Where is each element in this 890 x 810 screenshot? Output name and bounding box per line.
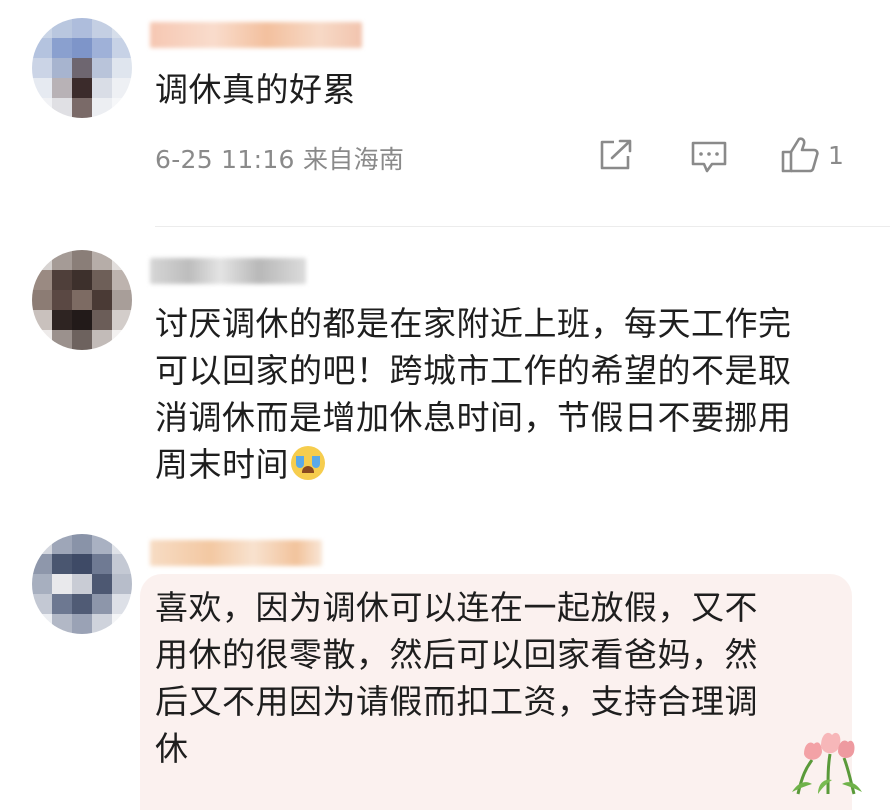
comment-text: 讨厌调休的都是在家附近上班，每天工作完 可以回家的吧！跨城市工作的希望的不是取 … <box>155 300 792 488</box>
comment-text-line: 周末时间 <box>155 445 289 484</box>
username[interactable] <box>150 22 362 48</box>
like-count: 1 <box>828 140 844 170</box>
avatar[interactable] <box>32 534 132 634</box>
tulips-sticker <box>792 732 862 795</box>
avatar[interactable] <box>32 18 132 118</box>
comment-text-line: 休 <box>155 729 189 768</box>
like-button[interactable]: 1 <box>780 136 844 174</box>
thumbs-up-icon <box>781 137 819 173</box>
comment-icon <box>691 141 727 173</box>
crying-face-emoji <box>291 446 325 480</box>
comment-text-line: 消调休而是增加休息时间，节假日不要挪用 <box>155 398 792 437</box>
share-icon <box>600 139 632 170</box>
comment-text-line: 讨厌调休的都是在家附近上班，每天工作完 <box>155 304 792 343</box>
username[interactable] <box>150 258 306 284</box>
share-button[interactable] <box>598 138 634 172</box>
comment-text-line: 喜欢，因为调休可以连在一起放假，又不 <box>155 588 758 627</box>
comment-text-line: 后又不用因为请假而扣工资，支持合理调 <box>155 682 758 721</box>
comment-meta: 6-25 11:16 来自海南 <box>155 145 405 174</box>
comment-button[interactable] <box>690 140 728 174</box>
avatar[interactable] <box>32 250 132 350</box>
username[interactable] <box>150 540 322 566</box>
divider <box>155 226 890 227</box>
comment-text-line: 可以回家的吧！跨城市工作的希望的不是取 <box>155 351 792 390</box>
comment-text-line: 调休真的好累 <box>155 70 356 109</box>
comment-text-line: 用休的很零散，然后可以回家看爸妈，然 <box>155 635 758 674</box>
comment-text: 调休真的好累 <box>155 66 356 113</box>
comment-text: 喜欢，因为调休可以连在一起放假，又不 用休的很零散，然后可以回家看爸妈，然 后又… <box>155 584 758 772</box>
comment-text-line-last: 周末时间 <box>155 441 792 488</box>
